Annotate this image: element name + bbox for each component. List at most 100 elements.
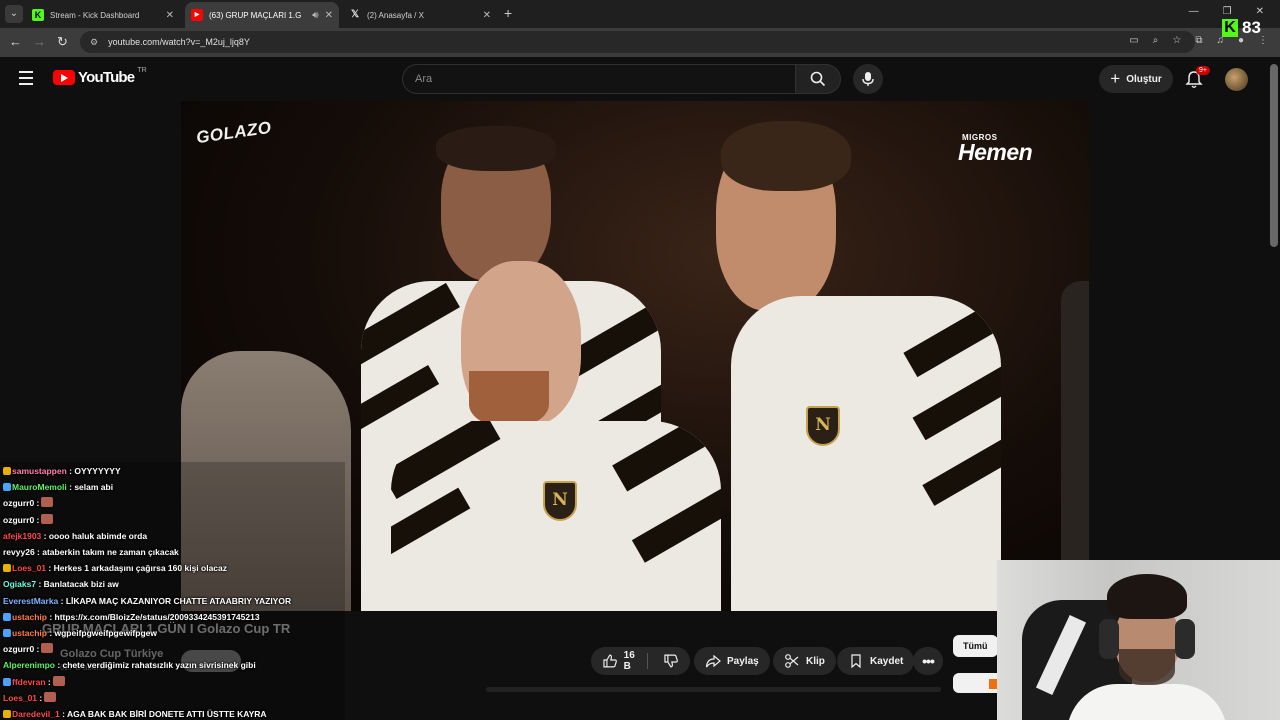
minimize-icon[interactable]: —	[1189, 6, 1199, 17]
chat-username[interactable]: ustachip	[12, 612, 47, 622]
close-tab-icon[interactable]: ✕	[166, 10, 174, 21]
cast-icon[interactable]: ▭	[1129, 35, 1138, 46]
speaker-icon[interactable]: 🔊︎	[312, 10, 318, 21]
chat-badge-icon	[3, 710, 11, 718]
webcam-overlay	[997, 560, 1280, 720]
zoom-icon[interactable]: ⌕	[1153, 35, 1159, 46]
player-hair	[436, 126, 556, 171]
close-tab-icon[interactable]: ✕	[483, 10, 491, 21]
new-tab-button[interactable]: +	[504, 5, 512, 21]
search-button[interactable]	[795, 64, 841, 94]
player-shirt: N	[391, 421, 721, 611]
filter-chip-all[interactable]: Tümü	[953, 635, 998, 657]
site-info-icon[interactable]: ⚙	[90, 37, 98, 48]
chat-username[interactable]: Ogiaks7	[3, 579, 36, 589]
kick-viewer-count: 83	[1242, 18, 1261, 37]
tab-title: Stream - Kick Dashboard	[50, 10, 140, 20]
chat-message: Loes_01 :	[3, 691, 57, 704]
chat-badge-icon	[3, 612, 11, 621]
player-shirt: N	[731, 296, 1001, 611]
youtube-icon: ▶	[191, 9, 203, 21]
chat-message: EverestMarka : LİKAPA MAÇ KAZANIYOR CHAT…	[3, 595, 291, 607]
tiger-stripe	[903, 296, 1001, 378]
chat-username[interactable]: ozgurr0	[3, 498, 34, 508]
region-code: TR	[137, 67, 147, 74]
chat-username[interactable]: EverestMarka	[3, 596, 58, 606]
chat-text: : ataberkin takım ne zaman çıkacak	[34, 547, 179, 557]
tab-youtube-video[interactable]: ▶ (63) GRUP MAÇLARI 1.G 🔊︎ ✕	[185, 2, 339, 28]
kick-logo-icon: K	[1222, 19, 1238, 37]
tab-x-home[interactable]: 𝕏 (2) Anasayfa / X ✕	[343, 2, 497, 28]
chat-text: : Banlatacak bizi aw	[36, 579, 119, 590]
reload-icon[interactable]: ↻	[57, 34, 68, 50]
browser-tab-bar: ⌄ K Stream - Kick Dashboard ✕ ▶ (63) GRU…	[0, 0, 1280, 28]
close-tab-icon[interactable]: ✕	[325, 10, 333, 21]
bookmark-star-icon[interactable]: ☆	[1172, 35, 1181, 46]
chat-username[interactable]: Loes_01	[3, 693, 37, 703]
chat-username[interactable]: Daredevil_1	[12, 709, 60, 719]
chat-username[interactable]: ozgurr0	[3, 644, 34, 654]
address-bar[interactable]: ⚙ youtube.com/watch?v=_M2uj_ljq8Y	[80, 31, 1195, 53]
tab-search-button[interactable]: ⌄	[5, 5, 23, 23]
like-count[interactable]: 16 B	[624, 650, 645, 672]
filter-chip[interactable]	[953, 673, 1003, 693]
chat-badge-icon	[3, 467, 11, 475]
scissors-icon	[785, 654, 799, 668]
chat-username[interactable]: afejk1903	[3, 531, 41, 541]
like-dislike-group: 16 B	[591, 647, 690, 675]
share-icon	[705, 654, 721, 668]
tiger-stripe	[922, 430, 1001, 506]
streamer-hair	[1107, 574, 1187, 619]
youtube-header: YouTube TR + Oluştur 9+	[0, 57, 1280, 101]
kick-viewer-badge: K 83	[1222, 18, 1261, 38]
chat-emote-icon	[44, 691, 57, 702]
clip-label: Klip	[806, 655, 825, 667]
back-icon[interactable]: ←	[9, 34, 22, 50]
chat-message: ozgurr0 :	[3, 497, 54, 509]
chat-username[interactable]: Loes_01	[12, 563, 46, 573]
microphone-icon	[862, 72, 874, 86]
chat-message: ozgurr0 :	[3, 513, 54, 526]
tab-kick-dashboard[interactable]: K Stream - Kick Dashboard ✕	[26, 2, 180, 28]
save-button[interactable]: Kaydet	[837, 647, 915, 675]
headset-icon	[1099, 619, 1119, 659]
tab-title: (2) Anasayfa / X	[367, 10, 424, 20]
more-actions-button[interactable]: •••	[913, 647, 943, 675]
forward-icon[interactable]: →	[33, 34, 46, 50]
tab-title: (63) GRUP MAÇLARI 1.G	[209, 10, 302, 20]
youtube-logo[interactable]: YouTube TR	[53, 67, 147, 86]
chat-username[interactable]: ffdevran	[12, 677, 46, 687]
close-window-icon[interactable]: ✕	[1256, 6, 1264, 17]
streamer-shirt	[1067, 684, 1227, 720]
tiger-stripe	[391, 421, 501, 499]
chat-emote-icon	[41, 643, 54, 654]
thumbs-up-icon[interactable]	[602, 653, 618, 669]
chat-username[interactable]: samustappen	[12, 466, 67, 476]
chat-username[interactable]: ozgurr0	[3, 515, 34, 525]
page-scrollbar[interactable]	[1270, 64, 1278, 247]
clip-button[interactable]: Klip	[773, 647, 836, 675]
create-button[interactable]: + Oluştur	[1099, 65, 1173, 93]
chat-text: :	[37, 692, 43, 703]
maximize-icon[interactable]: ❐	[1223, 6, 1232, 17]
menu-hamburger-icon[interactable]	[19, 71, 33, 89]
youtube-play-icon	[53, 70, 75, 85]
chat-text: : OYYYYYYY	[66, 466, 121, 476]
account-avatar[interactable]	[1225, 68, 1248, 91]
chat-username[interactable]: revyy26	[3, 547, 35, 557]
extensions-icon[interactable]: ⧉	[1195, 35, 1202, 46]
url-text[interactable]: youtube.com/watch?v=_M2uj_ljq8Y	[108, 37, 250, 47]
chat-username[interactable]: MauroMemoli	[12, 482, 67, 492]
window-controls: — ❐ ✕	[1189, 6, 1264, 17]
kick-icon: K	[32, 9, 44, 21]
voice-search-button[interactable]	[853, 64, 883, 94]
description-box[interactable]	[486, 687, 941, 692]
search-input[interactable]	[415, 73, 775, 85]
chat-username[interactable]: Alperenimpo	[3, 660, 55, 670]
divider	[647, 653, 648, 669]
chat-username[interactable]: ustachip	[12, 628, 47, 638]
team-crest: N	[543, 481, 577, 521]
share-button[interactable]: Paylaş	[694, 647, 770, 675]
thumbs-down-icon[interactable]	[663, 653, 679, 669]
chat-message: MauroMemoli : selam abi	[3, 481, 113, 493]
